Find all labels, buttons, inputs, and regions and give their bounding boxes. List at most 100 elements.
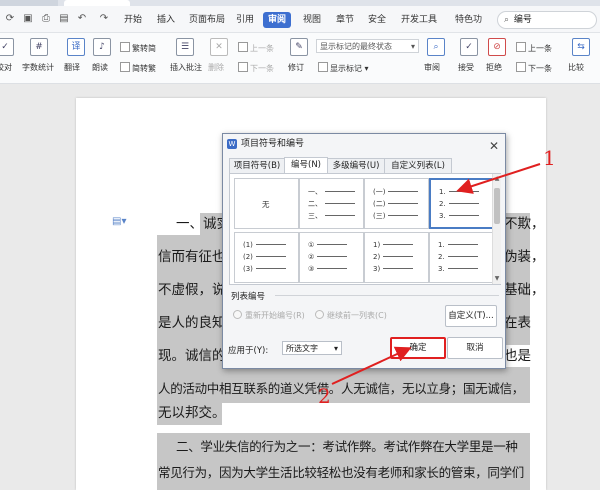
insert-comment-button[interactable]: 插入批注 bbox=[170, 62, 202, 73]
simp-to-trad-button[interactable]: 简转繁 bbox=[120, 62, 156, 74]
prev-change-button[interactable]: 上一条 bbox=[516, 42, 552, 54]
tab-multilevel[interactable]: 多级编号(U) bbox=[327, 158, 385, 174]
review-pane-icon[interactable]: ⌕ bbox=[427, 38, 445, 56]
scroll-thumb[interactable] bbox=[494, 188, 500, 224]
preview-line bbox=[317, 256, 348, 257]
continue-list-radio[interactable]: 继续前一列表(C) bbox=[315, 310, 387, 321]
menu-home[interactable]: 开始 bbox=[124, 12, 142, 28]
doc-line[interactable]: 常见行为，因为大学生活比较轻松也没有老师和家长的管束，同学们 bbox=[158, 462, 524, 484]
preview-line bbox=[447, 256, 478, 257]
proofread-icon[interactable]: ✓ bbox=[0, 38, 14, 56]
trad-simp-icon bbox=[120, 42, 130, 52]
menu-security[interactable]: 安全 bbox=[368, 12, 386, 28]
save-icon[interactable]: ▣ bbox=[22, 13, 34, 24]
word-count-button[interactable]: 字数统计 bbox=[22, 62, 54, 73]
menu-features[interactable]: 特色功 bbox=[455, 12, 482, 28]
menu-chapter[interactable]: 章节 bbox=[336, 12, 354, 28]
menu-view[interactable]: 视图 bbox=[303, 12, 321, 28]
doc-line[interactable]: 也是 bbox=[504, 345, 531, 367]
doc-line[interactable]: 二、学业失信的行为之一：考试作弊。考试作弊在大学里是一种 bbox=[176, 436, 518, 458]
menu-insert[interactable]: 插入 bbox=[157, 12, 175, 28]
menu-review[interactable]: 审阅 bbox=[263, 12, 292, 28]
insert-comment-icon[interactable]: ☰ bbox=[176, 38, 194, 56]
restart-numbering-radio[interactable]: 重新开始编号(R) bbox=[233, 310, 305, 321]
numbering-marker: (一) bbox=[373, 188, 386, 196]
paragraph-handle-icon[interactable]: ▤▾ bbox=[112, 216, 126, 227]
doc-line[interactable]: 伪装， bbox=[504, 246, 545, 268]
translate-icon[interactable]: 译 bbox=[67, 38, 85, 56]
next-change-button[interactable]: 下一条 bbox=[516, 62, 552, 74]
numbering-marker: (二) bbox=[373, 200, 386, 208]
compare-icon[interactable]: ⇆ bbox=[572, 38, 590, 56]
doc-line[interactable]: 现。诚信的 bbox=[158, 345, 226, 367]
tab-bullets[interactable]: 项目符号(B) bbox=[229, 158, 285, 174]
sync-icon[interactable]: ⟳ bbox=[4, 13, 16, 24]
scroll-up-icon[interactable]: ▲ bbox=[493, 175, 501, 182]
doc-line[interactable]: 是人的良知 bbox=[158, 312, 226, 334]
numbering-style-option[interactable]: (1) (2) (3) bbox=[234, 232, 299, 283]
show-markup-button[interactable]: 显示标记 ▾ bbox=[318, 62, 369, 74]
numbering-style-option[interactable]: 1. 2. 3. bbox=[429, 178, 494, 229]
menu-references[interactable]: 引用 bbox=[236, 12, 254, 28]
numbering-preview-row: 3. bbox=[439, 212, 479, 220]
search-box[interactable]: ⌕ 编号 bbox=[497, 11, 597, 29]
doc-line[interactable]: 在表 bbox=[504, 312, 531, 334]
dialog-titlebar[interactable]: W 项目符号和编号 ✕ bbox=[223, 134, 505, 154]
numbering-style-option[interactable]: 1) 2) 3) bbox=[364, 232, 429, 283]
numbering-preview-row: 一、 bbox=[308, 187, 355, 197]
numbering-preview-row: 2. bbox=[438, 253, 478, 261]
numbering-marker: (1) bbox=[243, 241, 253, 249]
doc-line[interactable]: 不欺， bbox=[504, 213, 545, 235]
menu-developer[interactable]: 开发工具 bbox=[401, 12, 437, 28]
numbering-preview-row: (2) bbox=[243, 253, 286, 261]
revise-icon[interactable]: ✎ bbox=[290, 38, 308, 56]
translate-button[interactable]: 翻译 bbox=[64, 62, 80, 73]
doc-line[interactable]: 无以邦交。 bbox=[158, 402, 226, 424]
word-count-icon[interactable]: # bbox=[30, 38, 48, 56]
prev-comment-button[interactable]: 上一条 bbox=[238, 42, 274, 54]
revise-button[interactable]: 修订 bbox=[288, 62, 304, 73]
proofread-button[interactable]: 校对 bbox=[0, 62, 12, 73]
read-aloud-icon[interactable]: ♪ bbox=[93, 38, 111, 56]
numbering-marker: 1. bbox=[438, 241, 445, 249]
numbering-style-option[interactable]: 一、 二、 三、 bbox=[299, 178, 364, 229]
print-icon[interactable]: ⎙ bbox=[40, 13, 52, 24]
doc-line[interactable]: 人的活动中相互联系的道义凭借。人无诚信，无以立身；国无诚信， bbox=[158, 378, 524, 400]
gallery-scrollbar[interactable]: ▲ ▼ bbox=[492, 174, 501, 284]
numbering-style-option[interactable]: (一) (二) (三) bbox=[364, 178, 429, 229]
cancel-button[interactable]: 取消 bbox=[447, 337, 503, 359]
delete-comment-icon[interactable]: ✕ bbox=[210, 38, 228, 56]
next-comment-button[interactable]: 下一条 bbox=[238, 62, 274, 74]
accept-icon[interactable]: ✓ bbox=[460, 38, 478, 56]
delete-comment-button[interactable]: 删除 bbox=[208, 62, 224, 73]
tab-custom-list[interactable]: 自定义列表(L) bbox=[384, 158, 452, 174]
numbering-style-option[interactable]: 无 bbox=[234, 178, 299, 229]
apply-to-dropdown[interactable]: 所选文字 ▾ bbox=[282, 341, 342, 355]
review-pane-button[interactable]: 审阅 bbox=[424, 62, 440, 73]
ok-button[interactable]: 确定 bbox=[390, 337, 446, 359]
trad-to-simp-button[interactable]: 繁转简 bbox=[120, 42, 156, 54]
reject-icon[interactable]: ⊘ bbox=[488, 38, 506, 56]
reject-button[interactable]: 拒绝 bbox=[486, 62, 502, 73]
doc-line[interactable]: 信而有征也 bbox=[158, 246, 226, 268]
scroll-down-icon[interactable]: ▼ bbox=[493, 275, 501, 282]
markup-state-value: 显示标记的最终状态 bbox=[320, 42, 392, 51]
numbering-style-option[interactable]: 1. 2. 3. bbox=[429, 232, 494, 283]
markup-state-dropdown[interactable]: 显示标记的最终状态 ▾ bbox=[316, 39, 419, 53]
doc-line[interactable]: 不虚假，说 bbox=[158, 279, 226, 301]
customize-button[interactable]: 自定义(T)... bbox=[445, 305, 497, 327]
chevron-down-icon: ▾ bbox=[410, 42, 415, 51]
accept-button[interactable]: 接受 bbox=[458, 62, 474, 73]
prev-comment-label: 上一条 bbox=[250, 44, 274, 53]
read-aloud-button[interactable]: 朗读 bbox=[92, 62, 108, 73]
numbering-style-option[interactable]: ① ② ③ bbox=[299, 232, 364, 283]
preview-icon[interactable]: ▤ bbox=[58, 13, 70, 24]
compare-button[interactable]: 比较 bbox=[568, 62, 584, 73]
undo-icon[interactable]: ↶ bbox=[76, 13, 88, 24]
tab-numbering[interactable]: 编号(N) bbox=[284, 157, 328, 174]
close-icon[interactable]: ✕ bbox=[489, 136, 499, 156]
redo-icon[interactable]: ↷ bbox=[98, 13, 110, 24]
menu-page-layout[interactable]: 页面布局 bbox=[189, 12, 225, 28]
doc-line[interactable]: 基础， bbox=[504, 279, 545, 301]
search-input[interactable]: 编号 bbox=[514, 15, 532, 25]
